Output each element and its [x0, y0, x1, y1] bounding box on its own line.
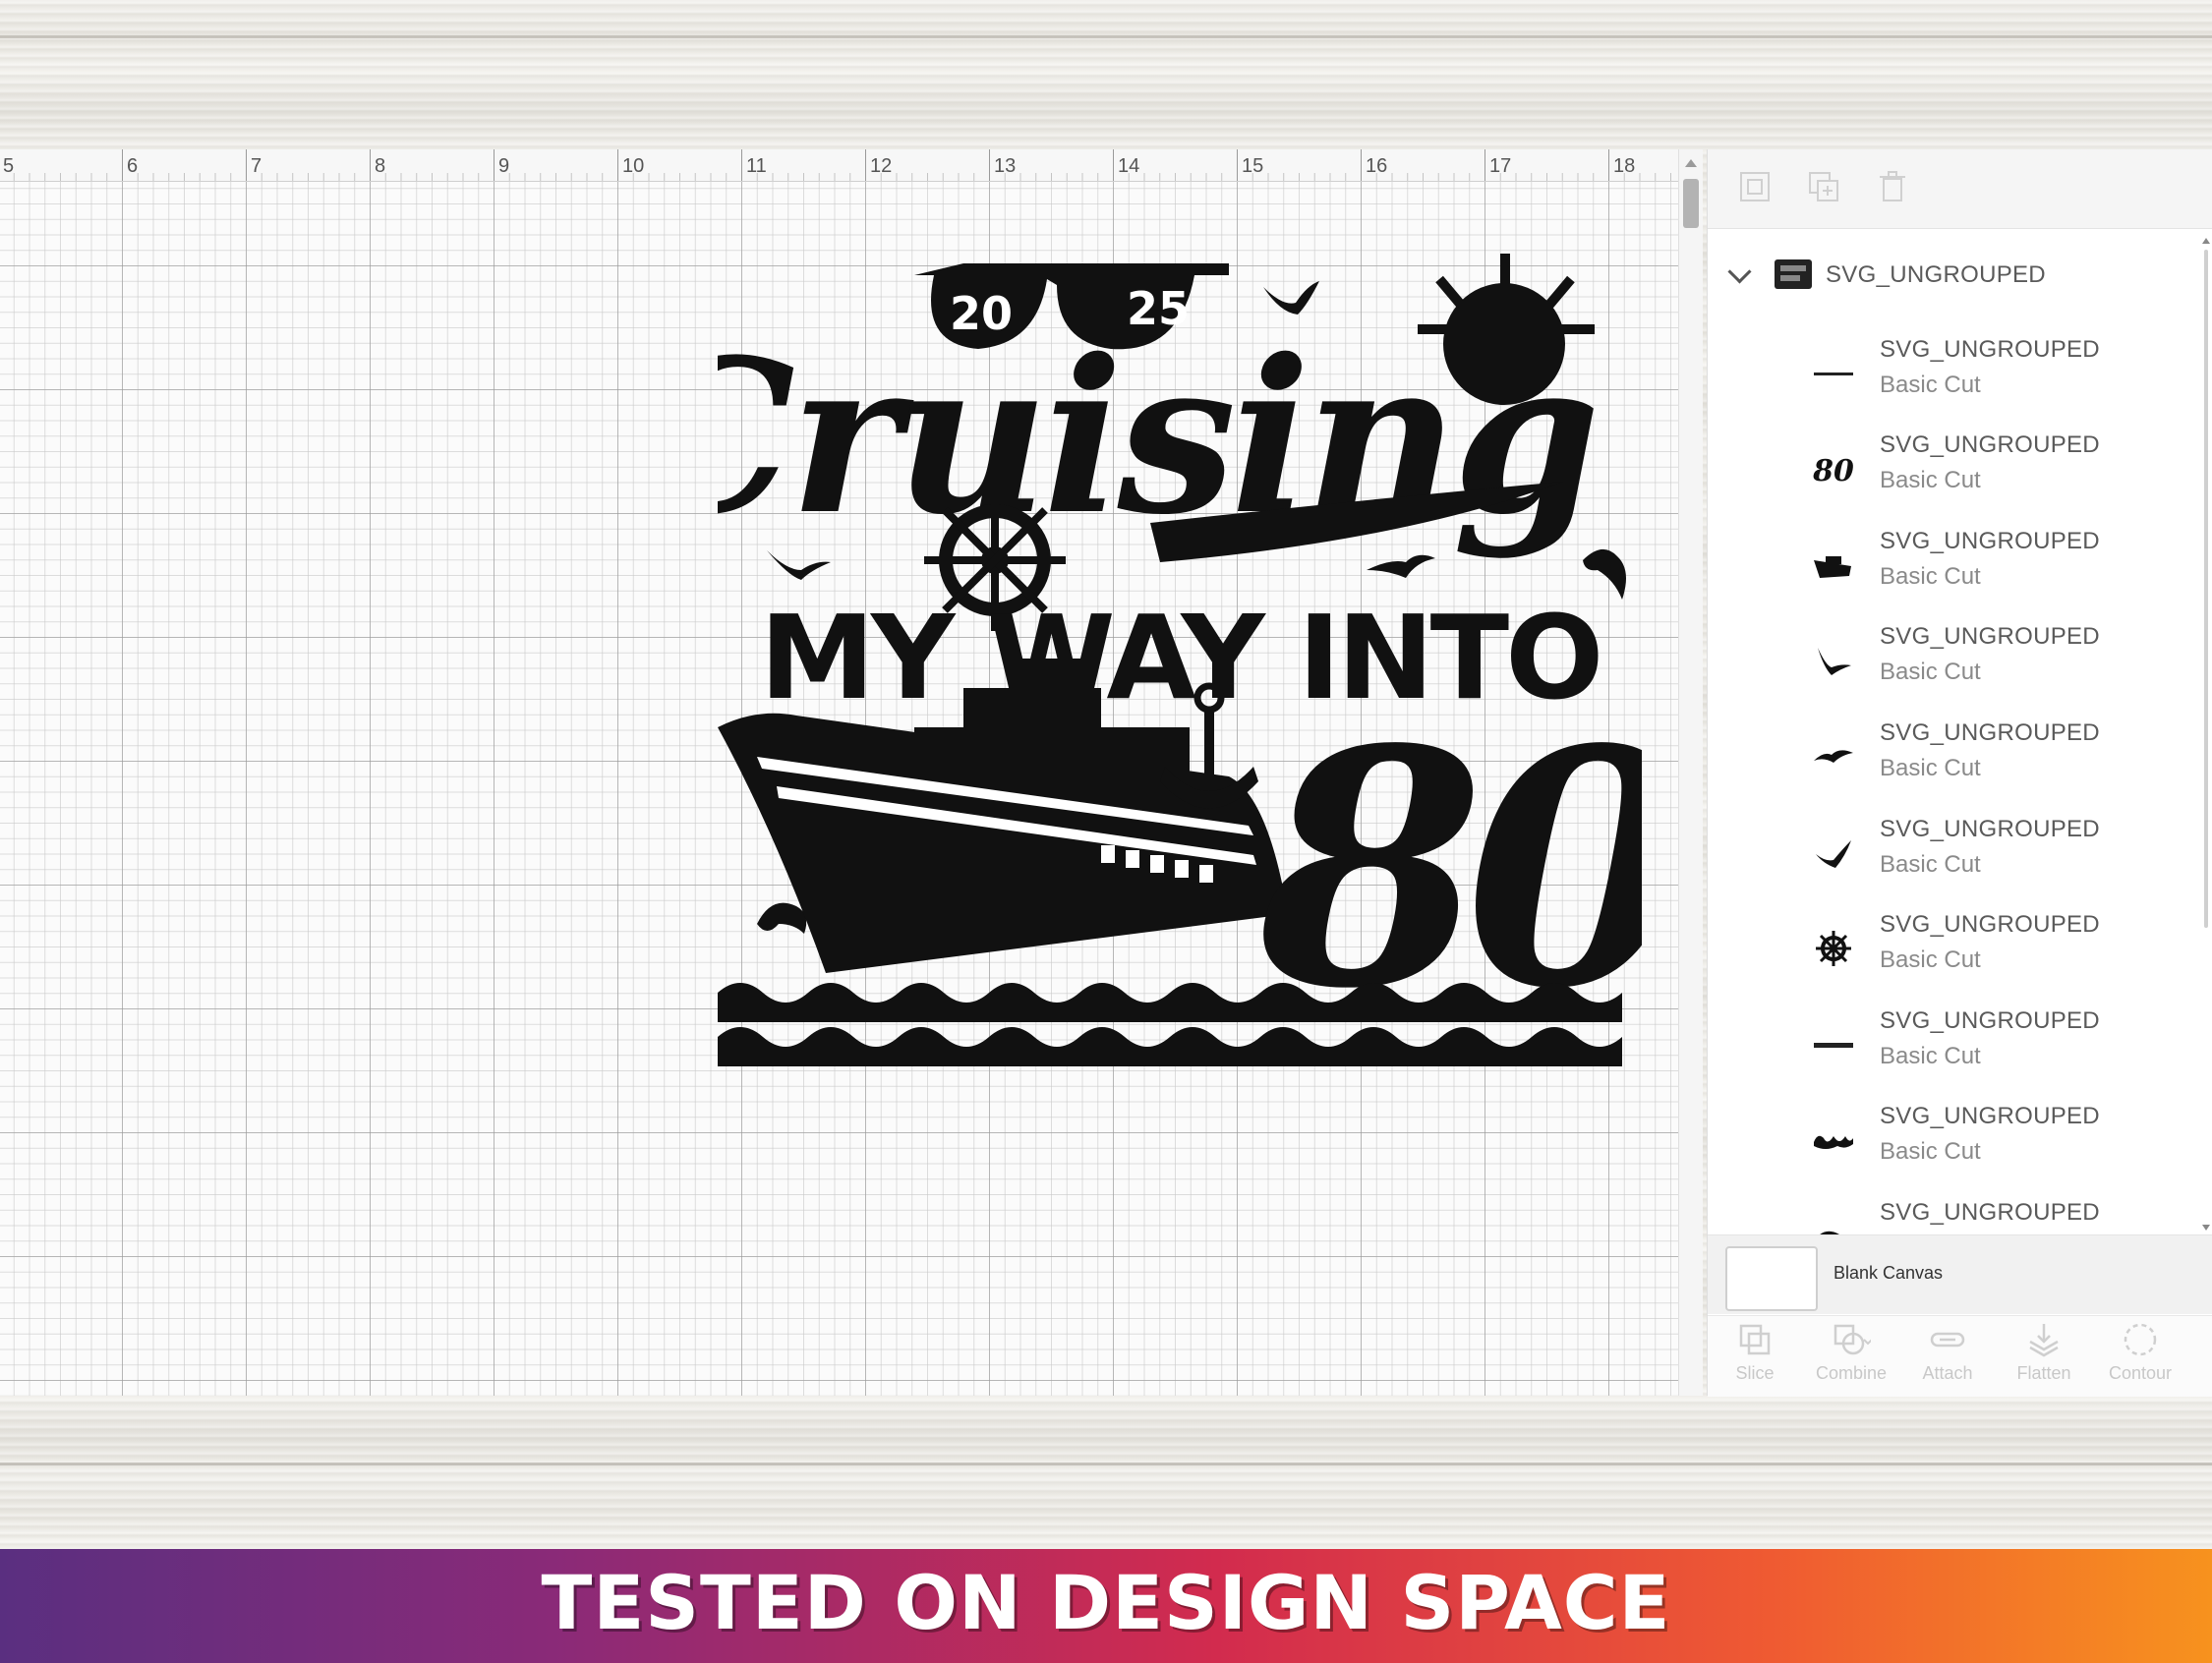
chevron-down-icon[interactable]: [1727, 259, 1752, 284]
slice-label: Slice: [1735, 1363, 1775, 1383]
group-label: SVG_UNGROUPED: [1826, 261, 2046, 288]
ruler-label: 9: [498, 155, 510, 177]
layer-group-row[interactable]: SVG_UNGROUPED: [1727, 256, 2180, 299]
layer-name: SVG_UNGROUPED: [1880, 911, 2100, 938]
canvas-scrollbar[interactable]: [1678, 149, 1703, 1396]
ruler-label: 8: [375, 155, 386, 177]
layer-operation[interactable]: Basic Cut: [1880, 755, 1981, 782]
banner-text: TESTED ON DESIGN SPACE: [541, 1559, 1671, 1646]
layer-item[interactable]: SVG_UNGROUPED Basic Cut: [1708, 710, 2199, 804]
layer-operation[interactable]: Basic Cut: [1880, 946, 1981, 974]
combine-icon: [1834, 1324, 1871, 1355]
cruising-design[interactable]: 20 25 Cruising MY WAY INTO 80: [718, 246, 1642, 1081]
contour-label: Contour: [2108, 1363, 2173, 1383]
scroll-up-icon[interactable]: [2202, 238, 2210, 244]
attach-icon: [1930, 1332, 1965, 1348]
layer-name: SVG_UNGROUPED: [1880, 1007, 2100, 1034]
layer-operation[interactable]: Basic Cut: [1880, 563, 1981, 591]
layer-name: SVG_UNGROUPED: [1880, 719, 2100, 746]
ship-thumbnail: [1806, 538, 1861, 593]
ruler-label: 14: [1118, 155, 1140, 177]
scroll-down-icon[interactable]: [2202, 1225, 2210, 1231]
group-thumbnail: [1775, 259, 1812, 289]
scroll-thumb[interactable]: [2204, 250, 2208, 928]
layer-operation[interactable]: Basic Cut: [1880, 467, 1981, 494]
scroll-thumb[interactable]: [1683, 179, 1699, 228]
canvas-swatch[interactable]: [1725, 1246, 1818, 1311]
ruler-label: 15: [1242, 155, 1264, 177]
layer-operation[interactable]: Basic Cut: [1880, 372, 1981, 399]
layer-name: SVG_UNGROUPED: [1880, 816, 2100, 842]
wood-seam: [0, 1462, 2212, 1465]
layer-item[interactable]: SVG_UNGROUPED Basic Cut: [1708, 806, 2199, 900]
wood-seam: [0, 35, 2212, 38]
flatten-icon: [2029, 1324, 2059, 1357]
layer-item[interactable]: SVG_UNGROUPED Basic Cut: [1708, 518, 2199, 612]
flatten-label: Flatten: [2016, 1363, 2071, 1383]
ruler-label: 18: [1613, 155, 1636, 177]
ruler-label: 13: [994, 155, 1017, 177]
layer-item[interactable]: SVG_UNGROUPED Basic Cut: [1708, 901, 2199, 996]
dolphin-thumbnail: [1806, 1209, 1861, 1234]
ruler-label: 10: [622, 155, 645, 177]
bird-icon: [1263, 281, 1319, 315]
layer-item[interactable]: SVG_UNGROUPED Basic Cut: [1708, 1093, 2199, 1187]
flatten-button[interactable]: Flatten: [2005, 1320, 2083, 1384]
cruising-thumbnail: [1806, 1113, 1861, 1168]
layer-operation[interactable]: Basic Cut: [1880, 659, 1981, 686]
dolphin-icon: [757, 902, 807, 934]
layer-item[interactable]: SVG_UNGROUPED Basic Cut: [1708, 326, 2199, 421]
contour-icon: [2124, 1323, 2157, 1356]
layer-actions-bar: Slice Combine Attach Flatten Contour: [1708, 1315, 2212, 1397]
thumb-text: 80: [1812, 454, 1854, 488]
bird-thumbnail: [1806, 826, 1861, 881]
layer-name: SVG_UNGROUPED: [1880, 1199, 2100, 1226]
bird-thumbnail: [1806, 729, 1861, 784]
attach-button[interactable]: Attach: [1908, 1320, 1987, 1384]
layer-operation[interactable]: Basic Cut: [1880, 1138, 1981, 1166]
ruler-label: 17: [1489, 155, 1512, 177]
combine-button[interactable]: Combine: [1812, 1320, 1891, 1384]
slice-button[interactable]: Slice: [1716, 1320, 1794, 1384]
layer-name: SVG_UNGROUPED: [1880, 623, 2100, 650]
layer-name: SVG_UNGROUPED: [1880, 431, 2100, 458]
layer-item[interactable]: 80 SVG_UNGROUPED Basic Cut: [1708, 422, 2199, 516]
bird-thumbnail: [1806, 633, 1861, 688]
layer-name: SVG_UNGROUPED: [1880, 528, 2100, 554]
text-line-thumbnail: [1806, 1017, 1861, 1072]
layer-operation[interactable]: Basic Cut: [1880, 1043, 1981, 1070]
layers-scrollbar[interactable]: [2201, 238, 2211, 1231]
helm-wheel-thumbnail: [1806, 921, 1861, 976]
attach-label: Attach: [1922, 1363, 1973, 1383]
contour-button[interactable]: Contour: [2101, 1320, 2180, 1384]
blank-canvas-label: Blank Canvas: [1834, 1263, 1944, 1283]
line-thumbnail: [1806, 346, 1861, 401]
ruler-label: 11: [746, 155, 767, 177]
number-thumbnail: 80: [1806, 441, 1861, 496]
layer-operation[interactable]: Basic Cut: [1880, 851, 1981, 879]
horizontal-ruler: 5 6 7 8 9 10 11 12 13 14 15 16 17 18: [0, 149, 1678, 182]
scroll-up-icon[interactable]: [1685, 159, 1697, 167]
layer-name: SVG_UNGROUPED: [1880, 1103, 2100, 1129]
layer-item[interactable]: SVG_UNGROUPED Basic Cut: [1708, 613, 2199, 708]
slice-icon: [1739, 1324, 1771, 1355]
promo-banner: TESTED ON DESIGN SPACE: [0, 1549, 2212, 1663]
combine-label: Combine: [1815, 1363, 1888, 1383]
layer-item[interactable]: SVG_UNGROUPED Basic Cut: [1708, 998, 2199, 1092]
layer-item[interactable]: SVG_UNGROUPED: [1708, 1189, 2199, 1234]
ruler-label: 7: [251, 155, 262, 177]
ruler-label: 12: [870, 155, 893, 177]
layers-list: SVG_UNGROUPED SVG_UNGROUPED Basic Cut 80…: [1708, 149, 2212, 1234]
ruler-label: 5: [3, 155, 15, 177]
layers-panel: SVG_UNGROUPED SVG_UNGROUPED Basic Cut 80…: [1707, 149, 2212, 1397]
blank-canvas-row[interactable]: Blank Canvas: [1708, 1234, 2212, 1314]
layer-name: SVG_UNGROUPED: [1880, 336, 2100, 363]
ruler-label: 6: [127, 155, 139, 177]
ruler-label: 16: [1366, 155, 1388, 177]
